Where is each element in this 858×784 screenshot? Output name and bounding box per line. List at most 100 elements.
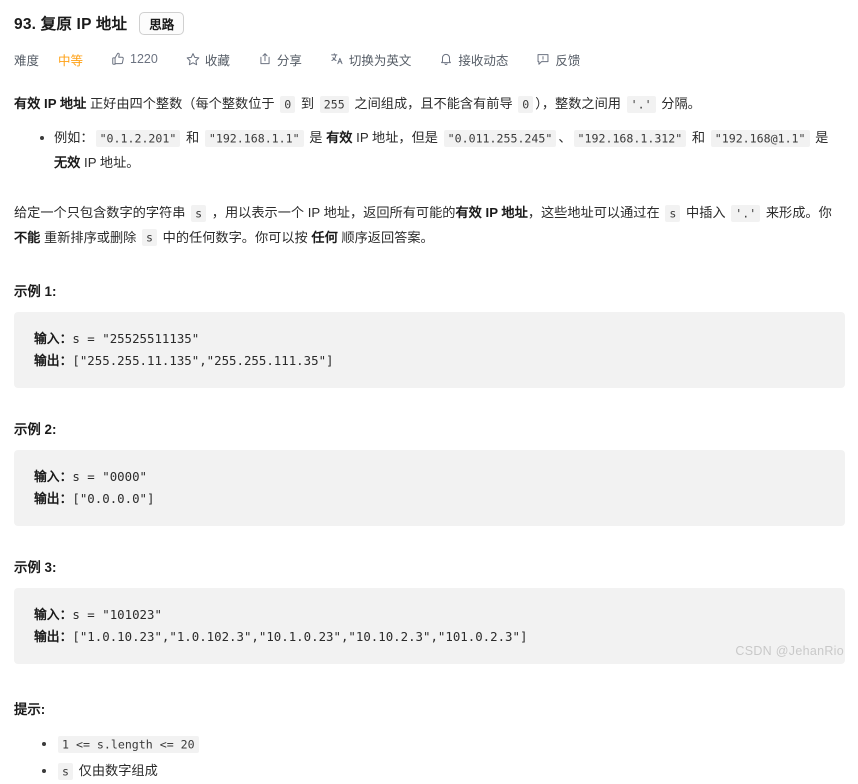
hints-list: 1 <= s.length <= 20 s 仅由数字组成 [14,730,844,784]
hint-code-length: 1 <= s.length <= 20 [58,735,199,753]
translate-button[interactable]: 切换为英文 [330,50,412,69]
page-title: 93. 复原 IP 地址 [14,16,128,33]
share-label: 分享 [276,53,302,68]
difficulty-label: 难度 [14,53,40,68]
valid-ip-bold: 有效 IP 地址 [455,205,528,221]
definition-text-e: ），整数之间用 [535,96,625,111]
problem-text-d: 中插入 [682,205,730,221]
definition-text-f: 分隔。 [657,96,701,111]
example-2-input-line: 输入：s = "0000" [34,466,845,488]
output-label: 输出： [34,353,73,369]
code-255: 255 [319,95,349,113]
translate-icon [330,52,344,66]
cannot-word: 不能 [14,229,41,245]
hint-text-2: 仅由数字组成 [74,763,158,779]
hints-title: 提示: [14,702,46,718]
definition-text-b: 正好由四个整数（每个整数位于 [86,96,279,111]
star-icon [186,52,200,66]
problem-text-h: 顺序返回答案。 [337,229,434,245]
example-prefix: 例如： [54,130,94,146]
definition-paragraph: 有效 IP 地址 正好由四个整数（每个整数位于 0 到 255 之间组成，且不能… [14,92,844,116]
code-invalid-ip-1: "0.011.255.245" [443,129,557,147]
invalid-word: 无效 [54,154,81,170]
output-value: ["255.255.11.135","255.255.111.35"] [72,353,334,369]
code-s-3: s [142,229,157,247]
input-value: s = "101023" [72,607,162,623]
problem-text-a: 给定一个只包含数字的字符串 [14,205,190,221]
ip-addr-tail: IP 地址。 [80,154,140,170]
is-word-1: 是 [305,130,327,146]
example-3-output-line: 输出：["1.0.10.23","1.0.102.3","10.1.0.23",… [34,626,845,648]
ip-addr-but: IP 地址，但是 [352,130,442,146]
subscribe-label: 接收动态 [458,53,509,68]
difficulty-group: 难度 中等 [14,50,83,69]
code-valid-ip-2: "192.168.1.1" [204,129,304,147]
problem-text-b: ，用以表示一个 IP 地址，返回所有可能的 [208,205,456,221]
example-1-input-line: 输入：s = "25525511135" [34,328,845,350]
idea-badge-button[interactable]: 思路 [139,11,185,35]
list-item: 1 <= s.length <= 20 [42,730,844,757]
input-value: s = "0000" [72,469,147,485]
problem-statement: 给定一个只包含数字的字符串 s ，用以表示一个 IP 地址，返回所有可能的有效 … [14,201,844,250]
code-dot-separator: '.' [626,95,656,113]
like-count: 1220 [130,52,158,66]
output-label: 输出： [34,491,73,507]
example-3-code-block: 输入：s = "101023" 输出：["1.0.10.23","1.0.102… [14,588,845,665]
conjunction-2: 和 [688,130,709,146]
problem-text-f: 重新排序或删除 [40,229,141,245]
valid-ip-term: 有效 IP 地址 [14,96,87,111]
hint-code-s: s [58,762,73,780]
watermark: CSDN @JehanRio [735,644,844,658]
feedback-icon [536,52,550,66]
code-valid-ip-1: "0.1.2.201" [95,129,181,147]
list-item: 例如： "0.1.2.201" 和 "192.168.1.1" 是 有效 IP 地… [40,126,844,175]
problem-text-e: 来形成。你 [762,205,832,221]
conjunction-1: 和 [182,130,203,146]
share-button[interactable]: 分享 [258,50,302,69]
favorite-label: 收藏 [204,53,230,68]
definition-text-d: 之间组成，且不能含有前导 [350,96,517,111]
example-2-title: 示例 2: [14,422,57,438]
favorite-button[interactable]: 收藏 [186,50,230,69]
pause-mark: 、 [558,130,572,146]
code-dot-insert: '.' [731,204,761,222]
code-s-2: s [665,204,681,222]
code-invalid-ip-2: "192.168.1.312" [573,129,687,147]
share-icon [258,52,272,66]
feedback-button[interactable]: 反馈 [536,50,580,69]
definition-text-c: 到 [297,96,318,111]
example-2-code-block: 输入：s = "0000" 输出：["0.0.0.0"] [14,450,845,527]
example-1-title: 示例 1: [14,284,57,300]
code-zero-leading: 0 [518,95,534,113]
input-label: 输入： [34,331,73,347]
problem-text-c: ，这些地址可以通过在 [527,205,664,221]
input-label: 输入： [34,607,73,623]
translate-label: 切换为英文 [348,53,412,68]
example-3-input-line: 输入：s = "101023" [34,604,845,626]
any-word: 任何 [311,229,338,245]
output-value: ["1.0.10.23","1.0.102.3","10.1.0.23","10… [72,629,528,645]
bell-icon [439,52,453,66]
output-label: 输出： [34,629,73,645]
input-label: 输入： [34,469,73,485]
title-row: 93. 复原 IP 地址 思路 [14,10,844,36]
code-invalid-ip-3: "192.168@1.1" [710,129,810,147]
toolbar: 难度 中等 1220 收藏 分享 切换为英文 接收动态 反馈 [14,48,844,70]
input-value: s = "25525511135" [72,331,200,347]
example-3-title: 示例 3: [14,560,57,576]
is-word-2: 是 [811,130,829,146]
example-1-output-line: 输出：["255.255.11.135","255.255.111.35"] [34,350,845,372]
code-s-1: s [191,204,207,222]
feedback-label: 反馈 [555,53,581,68]
like-button[interactable]: 1220 [111,52,158,66]
code-zero-lower: 0 [280,95,296,113]
problem-text-g: 中的任何数字。你可以按 [159,229,312,245]
output-value: ["0.0.0.0"] [72,491,155,507]
thumbs-up-icon [111,52,125,66]
subscribe-button[interactable]: 接收动态 [439,50,508,69]
example-1-code-block: 输入：s = "25525511135" 输出：["255.255.11.135… [14,312,845,389]
valid-word: 有效 [326,130,353,146]
list-item: s 仅由数字组成 [42,757,844,784]
difficulty-value: 中等 [58,53,84,68]
definition-examples-list: 例如： "0.1.2.201" 和 "192.168.1.1" 是 有效 IP 地… [14,126,844,175]
